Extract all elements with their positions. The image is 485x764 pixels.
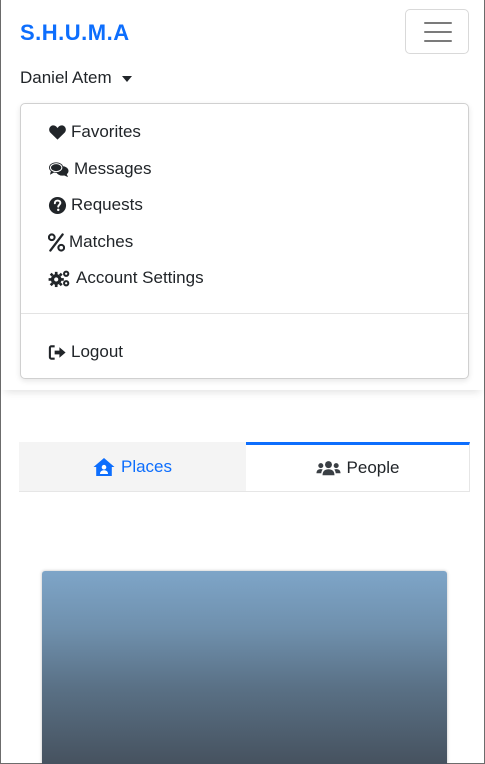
brand-logo[interactable]: S.H.U.M.A	[20, 20, 130, 46]
menu-item-label: Messages	[74, 159, 152, 178]
menu-item-favorites[interactable]: Favorites	[48, 120, 141, 144]
tab-label: People	[346, 458, 400, 477]
navbar: S.H.U.M.A Daniel Atem Favorites Messages…	[1, 0, 484, 390]
user-dropdown-toggle[interactable]: Daniel Atem	[20, 68, 132, 88]
menu-item-matches[interactable]: Matches	[48, 230, 133, 254]
menu-item-requests[interactable]: Requests	[48, 193, 143, 217]
navbar-toggler-button[interactable]	[405, 9, 469, 54]
tab-bar: Places People	[19, 442, 470, 492]
menu-item-messages[interactable]: Messages	[48, 157, 151, 181]
menu-item-label: Requests	[71, 195, 143, 214]
sign-out-icon	[48, 344, 66, 360]
comments-icon	[49, 161, 69, 177]
menu-item-account-settings[interactable]: Account Settings	[48, 266, 204, 290]
hamburger-icon	[424, 22, 452, 42]
user-dropdown-menu: Favorites Messages Requests Matches Acco…	[20, 103, 469, 379]
tab-people[interactable]: People	[246, 442, 470, 492]
username-label: Daniel Atem	[20, 68, 112, 87]
heart-icon	[49, 124, 66, 140]
menu-item-label: Account Settings	[76, 268, 204, 287]
cogs-icon	[48, 270, 70, 287]
profile-card-image[interactable]	[42, 571, 447, 764]
question-circle-icon	[48, 196, 67, 214]
users-icon	[316, 461, 341, 476]
menu-item-label: Matches	[69, 232, 134, 251]
tab-places[interactable]: Places	[19, 442, 246, 492]
menu-item-logout[interactable]: Logout	[48, 340, 123, 364]
menu-item-label: Favorites	[71, 122, 141, 141]
menu-item-label: Logout	[71, 342, 123, 361]
percent-icon	[48, 232, 65, 252]
dropdown-divider	[21, 313, 468, 314]
tab-label: Places	[120, 456, 173, 476]
house-user-icon	[93, 457, 115, 476]
app-frame: S.H.U.M.A Daniel Atem Favorites Messages…	[0, 0, 485, 764]
caret-down-icon	[121, 76, 132, 82]
